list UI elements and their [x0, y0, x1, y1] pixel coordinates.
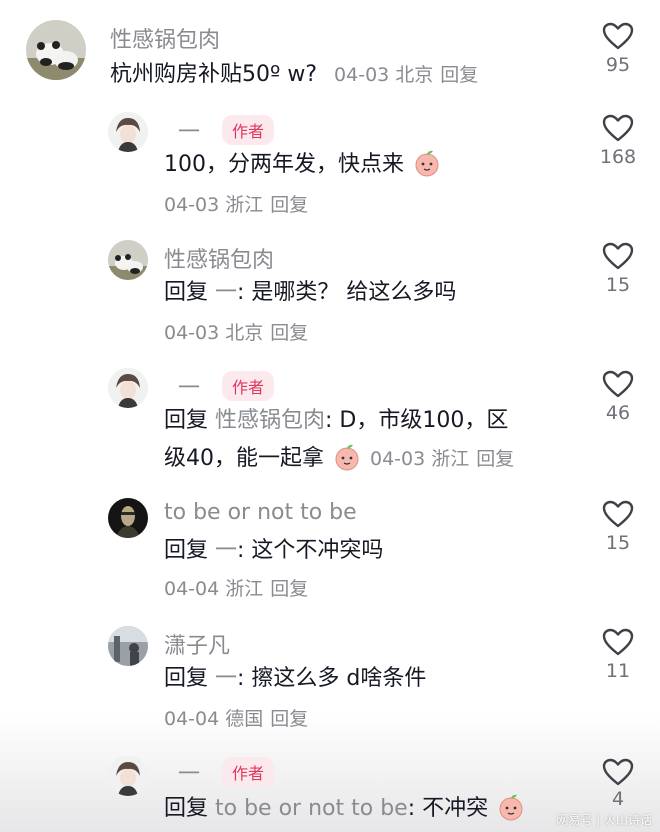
- comment-meta: 04-03 浙江: [370, 448, 470, 470]
- comment-body: 杭州购房补贴50º w?: [110, 62, 318, 87]
- watermark: 网易号 | 火山诗话: [556, 813, 652, 827]
- reply-target[interactable]: 一: [215, 666, 237, 691]
- peach-emoji-icon: [415, 150, 439, 177]
- reply-prefix: 回复: [164, 538, 209, 563]
- avatar[interactable]: [26, 20, 86, 80]
- reply-button[interactable]: 回复: [476, 448, 514, 470]
- reply-prefix: 回复: [164, 408, 209, 433]
- comment-text: 100，分两年发，快点来: [164, 146, 443, 184]
- comment-body: : 这个不冲突吗: [237, 538, 384, 563]
- avatar[interactable]: [108, 626, 148, 666]
- comment-text: 回复 to be or not to be: 不冲突: [164, 790, 527, 828]
- reply-target[interactable]: 一: [215, 538, 237, 563]
- comment-body: : 不冲突: [407, 796, 489, 821]
- reply-button[interactable]: 回复: [270, 194, 308, 216]
- reply-button[interactable]: 回复: [270, 578, 308, 600]
- heart-outline-icon: [602, 628, 634, 656]
- comment-text: 回复 一: 擦这么多 d啥条件: [164, 660, 426, 698]
- like-button[interactable]: 15: [598, 500, 638, 554]
- like-button[interactable]: 46: [598, 370, 638, 424]
- reply-target[interactable]: 性感锅包肉: [215, 408, 325, 433]
- avatar[interactable]: [108, 112, 148, 152]
- reply-target[interactable]: 一: [215, 280, 237, 305]
- comment-author-name[interactable]: 一: [178, 756, 200, 788]
- author-badge: 作者: [222, 115, 275, 145]
- like-count: 15: [605, 274, 631, 296]
- comment-author-name[interactable]: 潇子凡: [164, 628, 230, 660]
- comment-meta-line: 04-03 北京 回复: [164, 314, 308, 352]
- comment-text-line2: 级40，能一起拿 04-03 浙江 回复: [164, 440, 514, 478]
- like-button[interactable]: 11: [598, 628, 638, 682]
- avatar[interactable]: [108, 240, 148, 280]
- heart-outline-icon: [602, 758, 634, 786]
- comment-meta: 04-03 北京: [164, 322, 264, 344]
- like-button[interactable]: 168: [598, 114, 638, 168]
- heart-outline-icon: [602, 500, 634, 528]
- reply-target[interactable]: to be or not to be: [215, 796, 408, 821]
- comment-text: 回复 一: 是哪类？ 给这么多吗: [164, 274, 456, 312]
- comment-meta: 04-04 德国: [164, 708, 264, 730]
- comment-body: : D，市级100，区: [325, 408, 509, 433]
- like-button[interactable]: 15: [598, 242, 638, 296]
- reply-button[interactable]: 回复: [270, 708, 308, 730]
- comment-author-name[interactable]: to be or not to be: [164, 500, 357, 525]
- comment-text: 杭州购房补贴50º w? 04-03 北京 回复: [110, 56, 478, 94]
- avatar[interactable]: [108, 498, 148, 538]
- comment-text: 回复 性感锅包肉: D，市级100，区: [164, 402, 508, 440]
- comment-body: 100，分两年发，快点来: [164, 152, 404, 177]
- like-count: 95: [605, 54, 631, 76]
- heart-outline-icon: [602, 114, 634, 142]
- comment-author-name[interactable]: 性感锅包肉: [110, 22, 220, 54]
- reply-prefix: 回复: [164, 280, 209, 305]
- heart-outline-icon: [602, 22, 634, 50]
- reply-button[interactable]: 回复: [440, 64, 478, 86]
- comment-meta-line: 04-04 德国 回复: [164, 700, 308, 738]
- avatar[interactable]: [108, 756, 148, 796]
- comment-meta-line: 04-04 浙江 回复: [164, 570, 308, 608]
- heart-outline-icon: [602, 242, 634, 270]
- like-button[interactable]: 95: [598, 22, 638, 76]
- like-button[interactable]: 4: [598, 758, 638, 810]
- comment-body: 级40，能一起拿: [164, 446, 324, 471]
- comment-body: : 是哪类？ 给这么多吗: [237, 280, 457, 305]
- comment-author-name[interactable]: 一: [178, 114, 200, 146]
- like-count: 4: [611, 788, 625, 810]
- avatar[interactable]: [108, 368, 148, 408]
- comment-meta: 04-04 浙江: [164, 578, 264, 600]
- reply-button[interactable]: 回复: [270, 322, 308, 344]
- comment-meta: 04-03 北京: [334, 64, 434, 86]
- author-badge: 作者: [222, 757, 275, 787]
- comment-body: : 擦这么多 d啥条件: [237, 666, 427, 691]
- comment-author-name[interactable]: 一: [178, 370, 200, 402]
- comment-author-name[interactable]: 性感锅包肉: [164, 242, 274, 274]
- author-badge: 作者: [222, 371, 275, 401]
- reply-prefix: 回复: [164, 796, 209, 821]
- reply-prefix: 回复: [164, 666, 209, 691]
- like-count: 15: [605, 532, 631, 554]
- peach-emoji-icon: [335, 444, 359, 471]
- like-count: 46: [605, 402, 631, 424]
- heart-outline-icon: [602, 370, 634, 398]
- like-count: 168: [599, 146, 637, 168]
- like-count: 11: [605, 660, 631, 682]
- comment-meta-line: 04-03 浙江 回复: [164, 186, 308, 224]
- comment-meta: 04-03 浙江: [164, 194, 264, 216]
- comment-text: 回复 一: 这个不冲突吗: [164, 532, 383, 570]
- peach-emoji-icon: [499, 794, 523, 821]
